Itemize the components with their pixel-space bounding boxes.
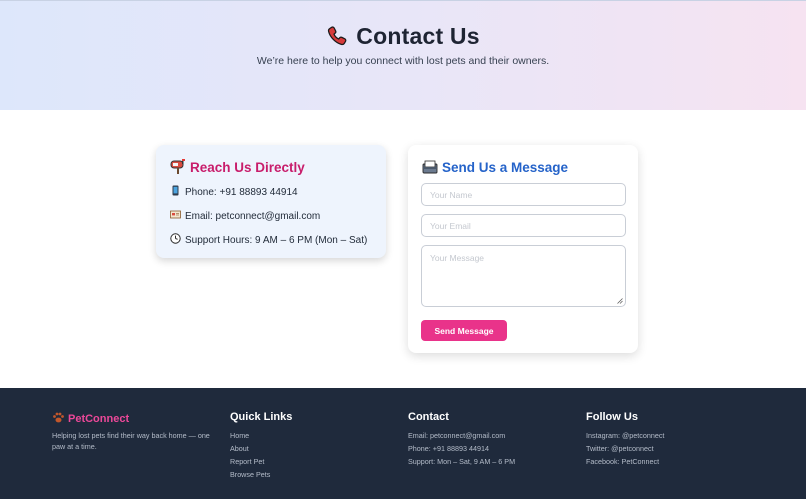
footer-contact-heading: Contact: [408, 411, 449, 423]
contact-phone: Phone: +91 88893 44914: [170, 185, 298, 198]
footer-twitter[interactable]: Twitter: @petconnect: [586, 442, 664, 455]
contact-hero: Contact Us We’re here to help you connec…: [0, 0, 806, 110]
footer-brand: PetConnect: [52, 411, 212, 425]
footer-tagline: Helping lost pets find their way back ho…: [52, 431, 210, 451]
support-hours: Support Hours: 9 AM – 6 PM (Mon – Sat): [170, 233, 367, 246]
reach-us-heading-text: Reach Us Directly: [190, 160, 305, 175]
message-form-heading-text: Send Us a Message: [442, 160, 569, 175]
footer-facebook[interactable]: Facebook: PetConnect: [586, 455, 664, 468]
footer-brand-column: PetConnect Helping lost pets find their …: [52, 411, 212, 452]
mobile-phone-icon: [172, 185, 179, 196]
email-field[interactable]: [421, 214, 626, 237]
phone-icon: [328, 26, 347, 46]
page-title: Contact Us: [0, 23, 806, 50]
name-field[interactable]: [421, 183, 626, 206]
follow-us-heading: Follow Us: [586, 411, 638, 423]
footer-link-home[interactable]: Home: [230, 429, 292, 442]
footer-link-about[interactable]: About: [230, 442, 292, 455]
clock-icon: [170, 233, 181, 244]
paw-icon: [53, 412, 64, 423]
send-message-button[interactable]: Send Message: [421, 320, 507, 341]
support-hours-text: Support Hours: 9 AM – 6 PM (Mon – Sat): [185, 235, 368, 246]
contact-phone-text: Phone: +91 88893 44914: [185, 187, 298, 198]
site-footer: PetConnect Helping lost pets find their …: [0, 388, 806, 499]
mailbox-icon: [170, 159, 185, 174]
footer-instagram[interactable]: Instagram: @petconnect: [586, 429, 664, 442]
resize-handle-icon[interactable]: [617, 298, 623, 304]
contact-email: Email: petconnect@gmail.com: [170, 209, 320, 222]
footer-brand-text: PetConnect: [68, 413, 130, 425]
contact-form: Send Us a Message Send Message: [408, 145, 638, 353]
reach-us-card: Reach Us Directly Phone: +91 88893 44914…: [156, 145, 386, 258]
footer-contact-support: Support: Mon – Sat, 9 AM – 6 PM: [408, 457, 516, 466]
footer-contact: Contact Email: petconnect@gmail.com Phon…: [408, 411, 515, 468]
page-title-text: Contact Us: [356, 23, 480, 49]
message-field-wrap: [408, 245, 638, 307]
footer-contact-phone: Phone: +91 88893 44914: [408, 444, 489, 453]
footer-contact-email: Email: petconnect@gmail.com: [408, 431, 506, 440]
outbox-icon: [422, 160, 438, 174]
quick-links-heading: Quick Links: [230, 411, 293, 423]
contact-email-text: Email: petconnect@gmail.com: [185, 211, 321, 222]
email-icon: [170, 210, 181, 219]
footer-link-browse-pets[interactable]: Browse Pets: [230, 468, 292, 481]
message-field[interactable]: [421, 245, 626, 307]
page-subtitle: We’re here to help you connect with lost…: [256, 55, 550, 67]
footer-follow: Follow Us Instagram: @petconnect Twitter…: [586, 411, 664, 468]
footer-quick-links: Quick Links Home About Report Pet Browse…: [230, 411, 292, 481]
footer-link-report-pet[interactable]: Report Pet: [230, 455, 292, 468]
reach-us-heading: Reach Us Directly: [170, 158, 305, 175]
message-form-heading: Send Us a Message: [422, 158, 568, 175]
